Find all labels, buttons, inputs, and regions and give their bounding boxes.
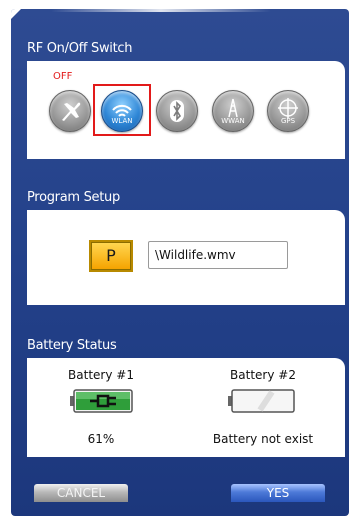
dialog-top-highlight xyxy=(51,9,271,12)
gps-icon xyxy=(278,98,298,118)
program-button[interactable]: P xyxy=(91,242,131,270)
battery-section-title: Battery Status xyxy=(27,338,117,353)
bluetooth-button[interactable] xyxy=(156,90,198,132)
dialog-corner xyxy=(11,9,21,19)
antenna-icon xyxy=(228,98,238,118)
airplane-icon xyxy=(62,102,81,121)
battery-panel: Battery #1 61% Battery #2 Battery not ex… xyxy=(27,358,345,457)
airplane-mode-button[interactable] xyxy=(49,90,91,132)
wwan-button[interactable]: WWAN xyxy=(212,90,254,132)
rf-section-title: RF On/Off Switch xyxy=(27,41,133,56)
yes-button[interactable]: YES xyxy=(231,484,325,502)
battery2-label: Battery #2 xyxy=(230,368,296,382)
rf-status-label: OFF xyxy=(53,71,73,82)
settings-dialog: RF On/Off Switch OFF WLAN WWAN GPS Progr… xyxy=(11,9,349,516)
bluetooth-icon xyxy=(170,100,184,122)
program-panel: P \Wildlife.wmv xyxy=(27,210,345,305)
program-file-field[interactable]: \Wildlife.wmv xyxy=(148,241,288,269)
battery1-label: Battery #1 xyxy=(68,368,134,382)
battery2-empty-icon xyxy=(228,389,296,417)
program-section-title: Program Setup xyxy=(27,190,120,205)
battery1-charging-icon xyxy=(70,389,134,417)
wlan-selection-highlight xyxy=(93,84,151,136)
rf-panel: OFF WLAN WWAN GPS xyxy=(27,61,345,159)
battery1-status: 61% xyxy=(87,432,115,446)
gps-label: GPS xyxy=(280,117,296,125)
cancel-button[interactable]: CANCEL xyxy=(34,484,128,502)
gps-button[interactable]: GPS xyxy=(267,90,309,132)
wwan-label: WWAN xyxy=(221,117,245,125)
battery2-status: Battery not exist xyxy=(212,432,314,446)
